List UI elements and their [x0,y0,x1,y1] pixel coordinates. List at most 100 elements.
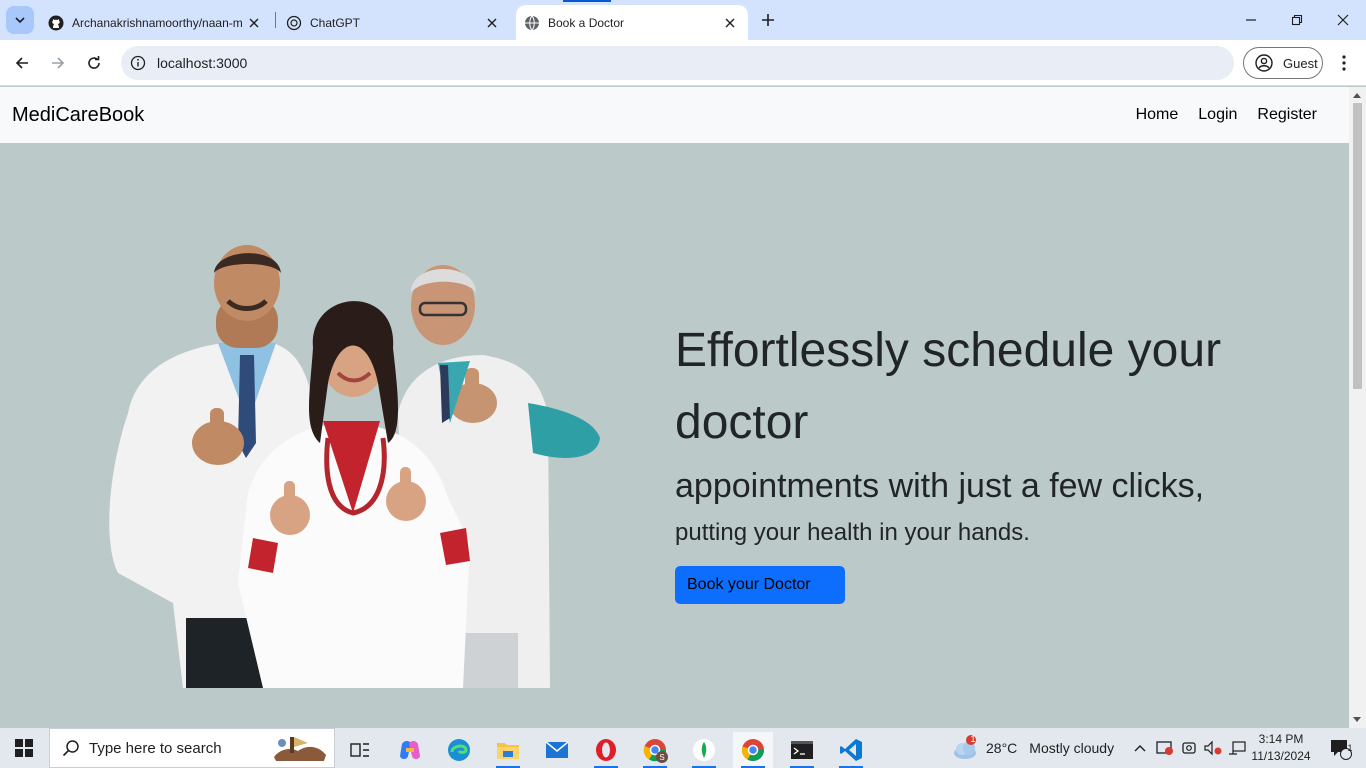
close-icon[interactable] [246,15,262,31]
search-placeholder: Type here to search [89,739,222,757]
task-view-icon [350,743,369,757]
tab-github[interactable]: Archanakrishnamoorthy/naan-m [40,5,272,40]
taskbar-search[interactable]: Type here to search [49,728,335,768]
taskbar-file-explorer[interactable] [488,732,528,768]
opera-icon [596,739,616,761]
brand-logo[interactable]: MediCareBook [12,104,144,127]
weather-widget[interactable]: 1 28°C Mostly cloudy [950,728,1120,768]
restore-button[interactable] [1274,0,1320,40]
edge-icon [448,739,470,761]
hero-subheadline: appointments with just a few clicks, [675,467,1205,505]
tab-search-button[interactable] [6,6,34,34]
profile-label: Guest [1283,55,1318,71]
mongodb-icon [693,739,715,761]
arrow-left-icon [15,57,28,69]
weather-temp: 28°C [986,740,1018,756]
tray-security[interactable] [1154,728,1176,768]
copilot-icon [400,741,420,759]
system-clock[interactable]: 3:14 PM 11/13/2024 [1249,731,1313,765]
clock-time: 3:14 PM [1258,732,1304,746]
taskbar-chrome[interactable] [733,732,773,768]
taskbar-opera[interactable] [586,732,626,768]
tab-book-a-doctor[interactable]: Book a Doctor [516,5,748,40]
nav-home-link[interactable]: Home [1136,106,1179,124]
browser-toolbar: localhost:3000 Guest [0,40,1366,86]
forward-button[interactable] [44,49,72,77]
tab-chatgpt[interactable]: ChatGPT [278,5,510,40]
show-hidden-icons[interactable] [1130,728,1150,768]
url-text[interactable]: localhost:3000 [157,55,247,71]
taskbar-vscode[interactable] [831,732,871,768]
tab-title: ChatGPT [310,15,361,30]
book-doctor-button[interactable]: Book your Doctor [675,566,845,604]
doctors-image [109,245,600,688]
chevron-down-icon [15,17,25,24]
chatgpt-icon [286,15,302,30]
folder-icon [497,743,519,759]
page-scrollbar[interactable] [1349,87,1366,728]
nav-links: Home Login Register [1116,87,1317,143]
address-bar[interactable]: localhost:3000 [121,46,1234,80]
notification-count: 1 [1347,743,1353,753]
reload-icon [88,56,100,69]
reload-button[interactable] [80,49,108,77]
task-view-button[interactable] [340,732,380,768]
chrome-profile-icon: S [643,739,668,763]
tab-title: Archanakrishnamoorthy/naan-m [72,15,243,30]
hero-section: Effortlessly schedule your doctor appoin… [0,143,1349,728]
mail-icon [545,741,569,758]
weather-badge: 1 [970,734,976,744]
windows-icon [15,739,33,757]
scrollbar-thumb[interactable] [1353,103,1362,389]
network-icon [1229,741,1246,755]
weather-condition: Mostly cloudy [1029,740,1115,756]
taskbar-edge[interactable] [439,732,479,768]
speaker-muted-icon [1204,740,1222,756]
restore-icon [1291,14,1303,26]
nav-register-link[interactable]: Register [1257,106,1317,124]
vscode-icon [840,739,862,761]
browser-menu-button[interactable] [1333,51,1355,75]
tab-title: Book a Doctor [548,15,625,30]
scroll-down-arrow[interactable] [1353,717,1361,722]
taskbar: Type here to search S 1 28°C Mostly clou… [0,728,1366,768]
hero-tagline: putting your health in your hands. [675,519,1030,546]
taskbar-copilot[interactable] [390,732,430,768]
site-info-icon[interactable] [130,55,146,71]
taskbar-mongodb[interactable] [684,732,724,768]
close-window-button[interactable] [1320,0,1366,40]
tab-strip: Archanakrishnamoorthy/naan-m ChatGPT Boo… [0,0,1366,40]
page-viewport: MediCareBook Home Login Register Effortl… [0,87,1366,728]
search-icon [62,740,79,757]
nav-login-link[interactable]: Login [1198,106,1237,124]
svg-text:S: S [659,753,664,762]
minimize-button[interactable] [1228,0,1274,40]
site-navbar: MediCareBook Home Login Register [0,87,1349,143]
chevron-up-icon [1134,745,1146,752]
close-icon [1337,14,1349,26]
close-icon[interactable] [722,15,738,31]
back-button[interactable] [8,49,36,77]
taskbar-terminal[interactable] [782,732,822,768]
tab-separator [275,12,276,28]
taskbar-chrome-profile[interactable]: S [635,732,675,768]
chrome-icon [741,739,764,761]
hero-text-block: Effortlessly schedule your doctor appoin… [675,315,1315,604]
notification-center-button[interactable]: 1 [1320,728,1360,768]
close-icon[interactable] [484,15,500,31]
profile-button[interactable]: Guest [1243,47,1323,79]
tray-volume[interactable] [1202,728,1224,768]
github-icon [48,15,64,30]
arrow-right-icon [52,57,65,69]
tray-network[interactable] [1226,728,1248,768]
new-tab-button[interactable] [756,8,780,32]
account-icon [1255,54,1273,72]
clock-date: 11/13/2024 [1251,749,1311,763]
tray-meet-now[interactable] [1178,728,1200,768]
start-button[interactable] [0,728,48,768]
terminal-icon [791,741,813,759]
search-highlight-icon [274,737,326,761]
taskbar-mail[interactable] [537,732,577,768]
scroll-up-arrow[interactable] [1353,93,1361,98]
camera-icon [1182,742,1196,754]
